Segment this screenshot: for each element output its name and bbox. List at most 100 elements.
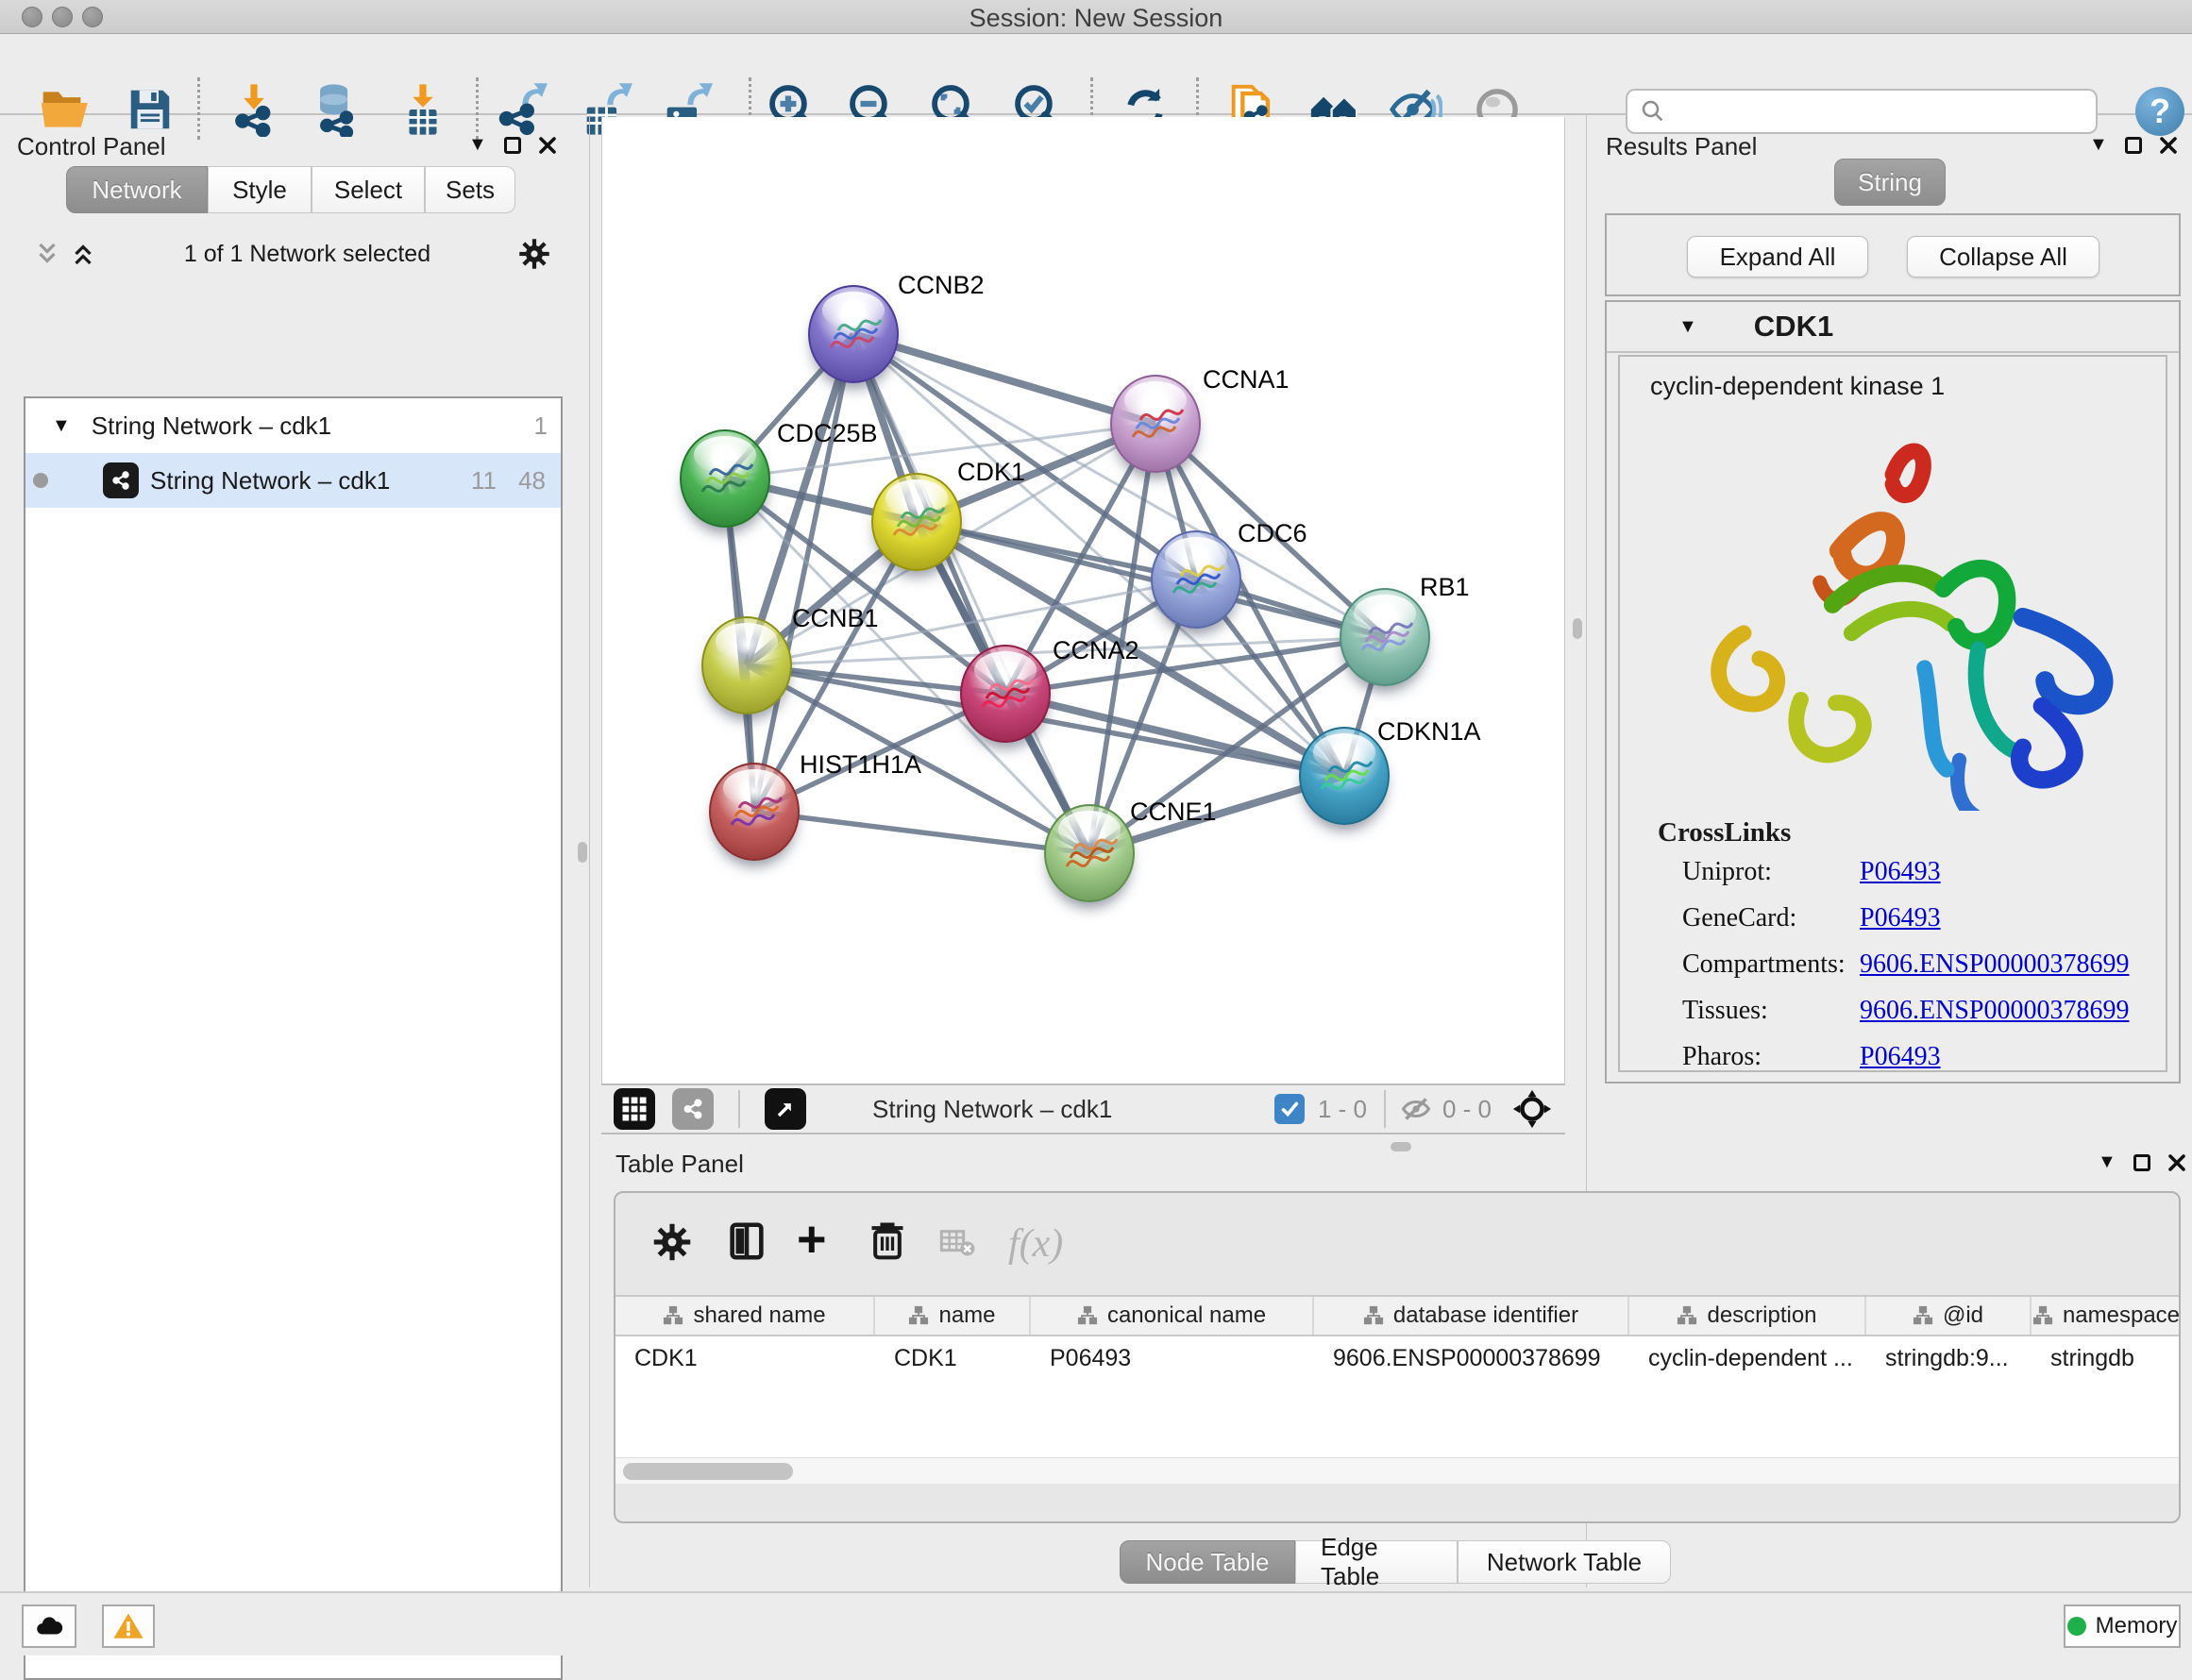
scrollbar-thumb[interactable]: [623, 1463, 793, 1480]
column-header-shared-name[interactable]: shared name: [615, 1297, 875, 1335]
column-header-label: name: [938, 1302, 995, 1329]
table-tabs: Node Table Edge Table Network Table: [1120, 1540, 1671, 1584]
protein-structure-image: [1647, 414, 2138, 811]
expand-all-networks-button[interactable]: [69, 240, 97, 268]
results-panel-menu-button[interactable]: ▼: [2089, 134, 2108, 156]
tab-node-table[interactable]: Node Table: [1120, 1540, 1295, 1584]
node-label-CDC25B: CDC25B: [777, 419, 878, 448]
gene-name: CDK1: [1754, 310, 1833, 344]
node-ribbon-structure: [682, 431, 772, 529]
warnings-button[interactable]: [102, 1604, 155, 1648]
node-ribbon-structure: [1341, 590, 1432, 688]
table-row[interactable]: CDK1CDK1P064939606.ENSP00000378699cyclin…: [615, 1336, 2179, 1380]
network-node-CCNB1[interactable]: [701, 616, 792, 714]
tab-select[interactable]: Select: [312, 166, 425, 213]
node-ribbon-structure: [962, 647, 1053, 745]
column-header-description[interactable]: description: [1629, 1297, 1866, 1335]
results-panel-title: Results Panel: [1606, 132, 1757, 161]
control-panel: Control Panel ▼ Network Style Select Set…: [0, 115, 590, 1588]
column-header-label: database identifier: [1393, 1302, 1578, 1329]
memory-button[interactable]: Memory: [2064, 1604, 2181, 1648]
show-columns-button[interactable]: [725, 1219, 768, 1268]
results-gene-section: ▼ CDK1 cyclin-dependent kinase 1 CrossLi…: [1605, 300, 2181, 1084]
network-label: String Network – cdk1: [150, 466, 390, 496]
collection-count: 1: [534, 412, 548, 441]
network-collection-row[interactable]: ▼ String Network – cdk1 1: [25, 398, 561, 453]
network-node-CCNE1[interactable]: [1044, 804, 1135, 902]
crosslink-label: GeneCard:: [1682, 903, 1860, 933]
network-node-CDKN1A[interactable]: [1299, 727, 1390, 825]
node-ribbon-structure: [1112, 377, 1203, 475]
tab-string[interactable]: String: [1834, 159, 1946, 206]
control-panel-close-button[interactable]: [538, 136, 557, 155]
collapse-all-button[interactable]: Collapse All: [1907, 236, 2099, 277]
table-panel-float-button[interactable]: [2133, 1154, 2150, 1171]
cloud-status-button[interactable]: [22, 1604, 76, 1648]
expand-all-button[interactable]: Expand All: [1687, 236, 1868, 277]
splitter-handle[interactable]: [1573, 618, 1582, 639]
collapse-all-networks-button[interactable]: [33, 240, 61, 268]
tab-network-table[interactable]: Network Table: [1458, 1540, 1671, 1584]
memory-status-dot: [2067, 1617, 2086, 1636]
network-node-HIST1H1A[interactable]: [709, 763, 800, 861]
network-node-CCNB2[interactable]: [808, 285, 899, 383]
control-panel-menu-button[interactable]: ▼: [468, 134, 487, 156]
results-panel-float-button[interactable]: [2125, 137, 2142, 154]
birds-eye-view-button[interactable]: [765, 1088, 806, 1130]
tab-network[interactable]: Network: [66, 166, 208, 213]
network-share-view-button[interactable]: [672, 1088, 714, 1130]
hidden-eye-icon: [1399, 1092, 1433, 1126]
crosslink-link[interactable]: P06493: [1860, 1042, 1941, 1071]
tab-edge-table[interactable]: Edge Table: [1295, 1540, 1458, 1584]
splitter-handle[interactable]: [578, 842, 587, 863]
tab-style[interactable]: Style: [208, 166, 312, 213]
network-row[interactable]: String Network – cdk1 11 48: [25, 453, 561, 508]
delete-column-button[interactable]: [867, 1219, 908, 1266]
node-gloss: [716, 623, 778, 661]
table-cell: CDK1: [875, 1336, 1031, 1380]
network-node-CCNA1[interactable]: [1110, 375, 1201, 473]
network-node-CCNA2[interactable]: [960, 645, 1051, 743]
tab-sets[interactable]: Sets: [425, 166, 515, 213]
cloud-icon: [33, 1610, 65, 1642]
network-node-CDK1[interactable]: [871, 473, 962, 571]
gene-section-collapse-arrow[interactable]: ▼: [1678, 316, 1697, 338]
column-header-database-identifier[interactable]: database identifier: [1314, 1297, 1629, 1335]
fit-selected-crosshair-button[interactable]: [1512, 1089, 1552, 1129]
crosslink-link[interactable]: 9606.ENSP00000378699: [1860, 996, 2129, 1025]
create-column-button[interactable]: +: [797, 1218, 827, 1261]
crosslink-link[interactable]: 9606.ENSP00000378699: [1860, 949, 2129, 979]
table-horizontal-scrollbar[interactable]: [615, 1457, 2179, 1484]
gene-details-box: cyclin-dependent kinase 1 CrossLinks Uni…: [1618, 355, 2167, 1072]
column-header-namespace[interactable]: namespace: [2032, 1297, 2181, 1335]
results-panel-close-button[interactable]: [2159, 136, 2178, 155]
selected-count: 1 - 0: [1318, 1095, 1367, 1124]
node-label-CCNA1: CCNA1: [1203, 365, 1290, 395]
crosslink-link[interactable]: P06493: [1860, 857, 1941, 886]
network-view-canvas[interactable]: CCNB2CCNA1CDC25BCDK1CDC6RB1CCNB1CCNA2CDK…: [601, 117, 1565, 1084]
delete-table-button-disabled[interactable]: [938, 1225, 976, 1268]
status-bar: Memory: [0, 1591, 2192, 1655]
column-header-canonical-name[interactable]: canonical name: [1031, 1297, 1314, 1335]
table-cell: stringdb:9...: [1866, 1336, 2032, 1380]
network-node-CDC25B[interactable]: [680, 429, 770, 528]
table-panel-close-button[interactable]: [2167, 1153, 2186, 1172]
node-label-CCNA2: CCNA2: [1053, 636, 1139, 665]
crosslink-row: Tissues:9606.ENSP00000378699: [1682, 996, 2129, 1026]
selected-checkbox[interactable]: [1274, 1094, 1305, 1124]
crosslink-link[interactable]: P06493: [1860, 903, 1941, 932]
control-panel-float-button[interactable]: [504, 137, 521, 154]
column-header-name[interactable]: name: [875, 1297, 1031, 1335]
network-node-RB1[interactable]: [1340, 588, 1430, 686]
crosslink-label: Uniprot:: [1682, 857, 1860, 887]
column-header--id[interactable]: @id: [1866, 1297, 2032, 1335]
table-panel-menu-button[interactable]: ▼: [2098, 1151, 2116, 1173]
grid-view-button[interactable]: [614, 1088, 655, 1130]
collection-collapse-arrow[interactable]: ▼: [52, 415, 71, 437]
table-gear-button[interactable]: [651, 1221, 693, 1268]
viewbar-separator: [1384, 1090, 1386, 1128]
node-ribbon-structure: [1046, 806, 1137, 904]
function-builder-button-disabled[interactable]: f(x): [1008, 1221, 1063, 1267]
network-options-gear-icon[interactable]: [517, 237, 551, 271]
network-node-CDC6[interactable]: [1151, 530, 1241, 629]
